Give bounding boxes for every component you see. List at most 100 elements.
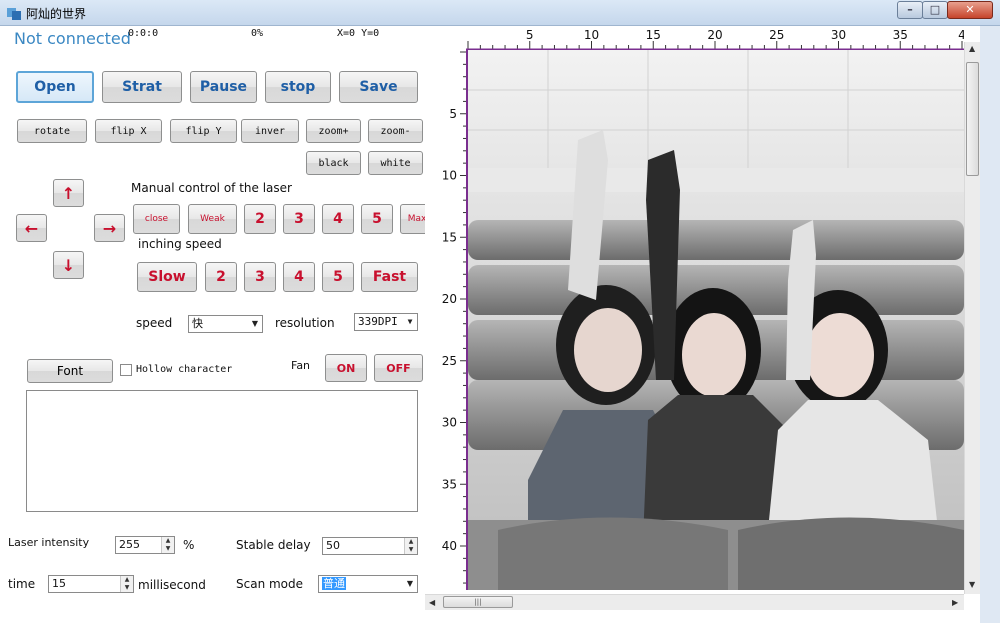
white-button[interactable]: white [368, 151, 423, 175]
progress-percent: 0% [251, 28, 264, 39]
top-ruler: 5 10 15 20 25 30 35 4 [466, 28, 964, 50]
maximize-icon: □ [929, 3, 941, 16]
open-button[interactable]: Open [16, 71, 94, 103]
scan-mode-select[interactable]: 普通 ▼ [318, 575, 418, 593]
fan-off-button[interactable]: OFF [374, 354, 423, 382]
rotate-button[interactable]: rotate [17, 119, 87, 143]
scan-mode-label: Scan mode [236, 577, 304, 591]
zoom-in-button[interactable]: zoom+ [306, 119, 361, 143]
vertical-scrollbar[interactable]: ▲ ▼ [964, 42, 980, 594]
ruler-label: 4 [958, 28, 964, 42]
ruler-label: 30 [442, 416, 457, 430]
fan-on-button[interactable]: ON [325, 354, 367, 382]
fan-label: Fan [291, 359, 311, 372]
ruler-label: 25 [769, 28, 784, 42]
vertical-scroll-thumb[interactable] [966, 62, 979, 176]
speed-3-button[interactable]: 3 [244, 262, 276, 292]
power-5-button[interactable]: 5 [361, 204, 393, 234]
laser-intensity-input[interactable]: 255 ▲ ▼ [115, 536, 175, 554]
resolution-label: resolution [275, 316, 335, 330]
chevron-down-icon: ▼ [407, 317, 413, 326]
scroll-up-icon[interactable]: ▲ [969, 44, 975, 53]
ruler-label: 20 [442, 292, 457, 306]
move-right-button[interactable]: → [94, 214, 125, 242]
speed-fast-button[interactable]: Fast [361, 262, 418, 292]
power-weak-button[interactable]: Weak [188, 204, 237, 234]
time-unit: millisecond [138, 578, 206, 592]
elapsed-time: 0:0:0 [128, 28, 159, 39]
flip-x-button[interactable]: flip X [95, 119, 162, 143]
close-window-button[interactable]: ✕ [947, 1, 993, 19]
spin-down-icon: ▼ [408, 546, 414, 553]
maximize-button[interactable]: □ [922, 1, 948, 19]
flip-y-button[interactable]: flip Y [170, 119, 237, 143]
time-spinner[interactable]: ▲ ▼ [120, 576, 133, 592]
stable-delay-spinner[interactable]: ▲ ▼ [404, 538, 417, 554]
scroll-right-icon[interactable]: ▶ [952, 598, 958, 607]
stable-delay-value: 50 [326, 539, 340, 552]
scan-mode-value: 普通 [322, 577, 346, 590]
speed-5-button[interactable]: 5 [322, 262, 354, 292]
stable-delay-input[interactable]: 50 ▲ ▼ [322, 537, 418, 555]
start-button[interactable]: Strat [102, 71, 182, 103]
chevron-down-icon: ▼ [251, 319, 259, 328]
scroll-down-icon[interactable]: ▼ [969, 580, 975, 589]
left-ruler: 5 10 15 20 25 30 35 40 [442, 50, 468, 590]
spin-up-icon: ▲ [124, 576, 130, 583]
ruler-label: 15 [442, 230, 457, 244]
move-down-button[interactable]: ↓ [53, 251, 84, 279]
laser-intensity-spinner[interactable]: ▲ ▼ [161, 537, 174, 553]
speed-slow-button[interactable]: Slow [137, 262, 197, 292]
pause-button[interactable]: Pause [190, 71, 257, 103]
minimize-button[interactable]: – [897, 1, 923, 19]
black-button[interactable]: black [306, 151, 361, 175]
resolution-select[interactable]: 339DPI ▼ [354, 313, 418, 331]
inching-speed-label: inching speed [138, 237, 222, 251]
power-close-button[interactable]: close [133, 204, 180, 234]
speed-4-button[interactable]: 4 [283, 262, 315, 292]
spin-down-icon: ▼ [165, 545, 171, 552]
manual-control-label: Manual control of the laser [131, 181, 292, 195]
horizontal-scrollbar[interactable]: ◀ ||| ▶ [425, 594, 964, 610]
ruler-label: 40 [442, 539, 457, 553]
speed-2-button[interactable]: 2 [205, 262, 237, 292]
stop-button[interactable]: stop [265, 71, 331, 103]
horizontal-scroll-thumb[interactable]: ||| [443, 596, 513, 608]
ruler-label: 10 [442, 169, 457, 183]
window-title: 阿灿的世界 [26, 7, 87, 21]
hollow-character-checkbox[interactable] [120, 364, 132, 376]
ruler-label: 35 [442, 477, 457, 491]
text-input-area[interactable] [26, 390, 418, 512]
coordinate-readout: X=0 Y=0 [337, 28, 380, 39]
power-2-button[interactable]: 2 [244, 204, 276, 234]
zoom-out-button[interactable]: zoom- [368, 119, 423, 143]
ruler-label: 5 [449, 107, 457, 121]
speed-select[interactable]: 快 ▼ [188, 315, 263, 333]
laser-intensity-unit: % [183, 538, 195, 552]
save-button[interactable]: Save [339, 71, 418, 103]
power-4-button[interactable]: 4 [322, 204, 354, 234]
ruler-label: 25 [442, 354, 457, 368]
image-canvas [468, 50, 964, 590]
stable-delay-label: Stable delay [236, 538, 311, 552]
resolution-select-value: 339DPI [358, 315, 398, 328]
font-button[interactable]: Font [27, 359, 113, 383]
move-left-button[interactable]: ← [16, 214, 47, 242]
time-input[interactable]: 15 ▲ ▼ [48, 575, 134, 593]
move-up-button[interactable]: ↑ [53, 179, 84, 207]
invert-button[interactable]: inver [241, 119, 299, 143]
power-3-button[interactable]: 3 [283, 204, 315, 234]
client-area: Not connected 0:0:0 0% X=0 Y=0 Open Stra… [0, 26, 1000, 623]
speed-select-value: 快 [192, 317, 203, 330]
title-bar: 阿灿的世界 – □ ✕ [0, 0, 1000, 26]
hollow-character-label: Hollow character [136, 364, 233, 375]
minimize-icon: – [907, 3, 913, 16]
laser-intensity-value: 255 [119, 538, 140, 551]
laser-intensity-label: Laser intensity [8, 536, 90, 549]
engraving-image-preview[interactable] [468, 50, 964, 590]
spin-up-icon: ▲ [408, 538, 414, 545]
ruler-label: 15 [646, 28, 661, 42]
ruler-label: 10 [584, 28, 599, 42]
window-border [980, 26, 1000, 623]
scroll-left-icon[interactable]: ◀ [429, 598, 435, 607]
